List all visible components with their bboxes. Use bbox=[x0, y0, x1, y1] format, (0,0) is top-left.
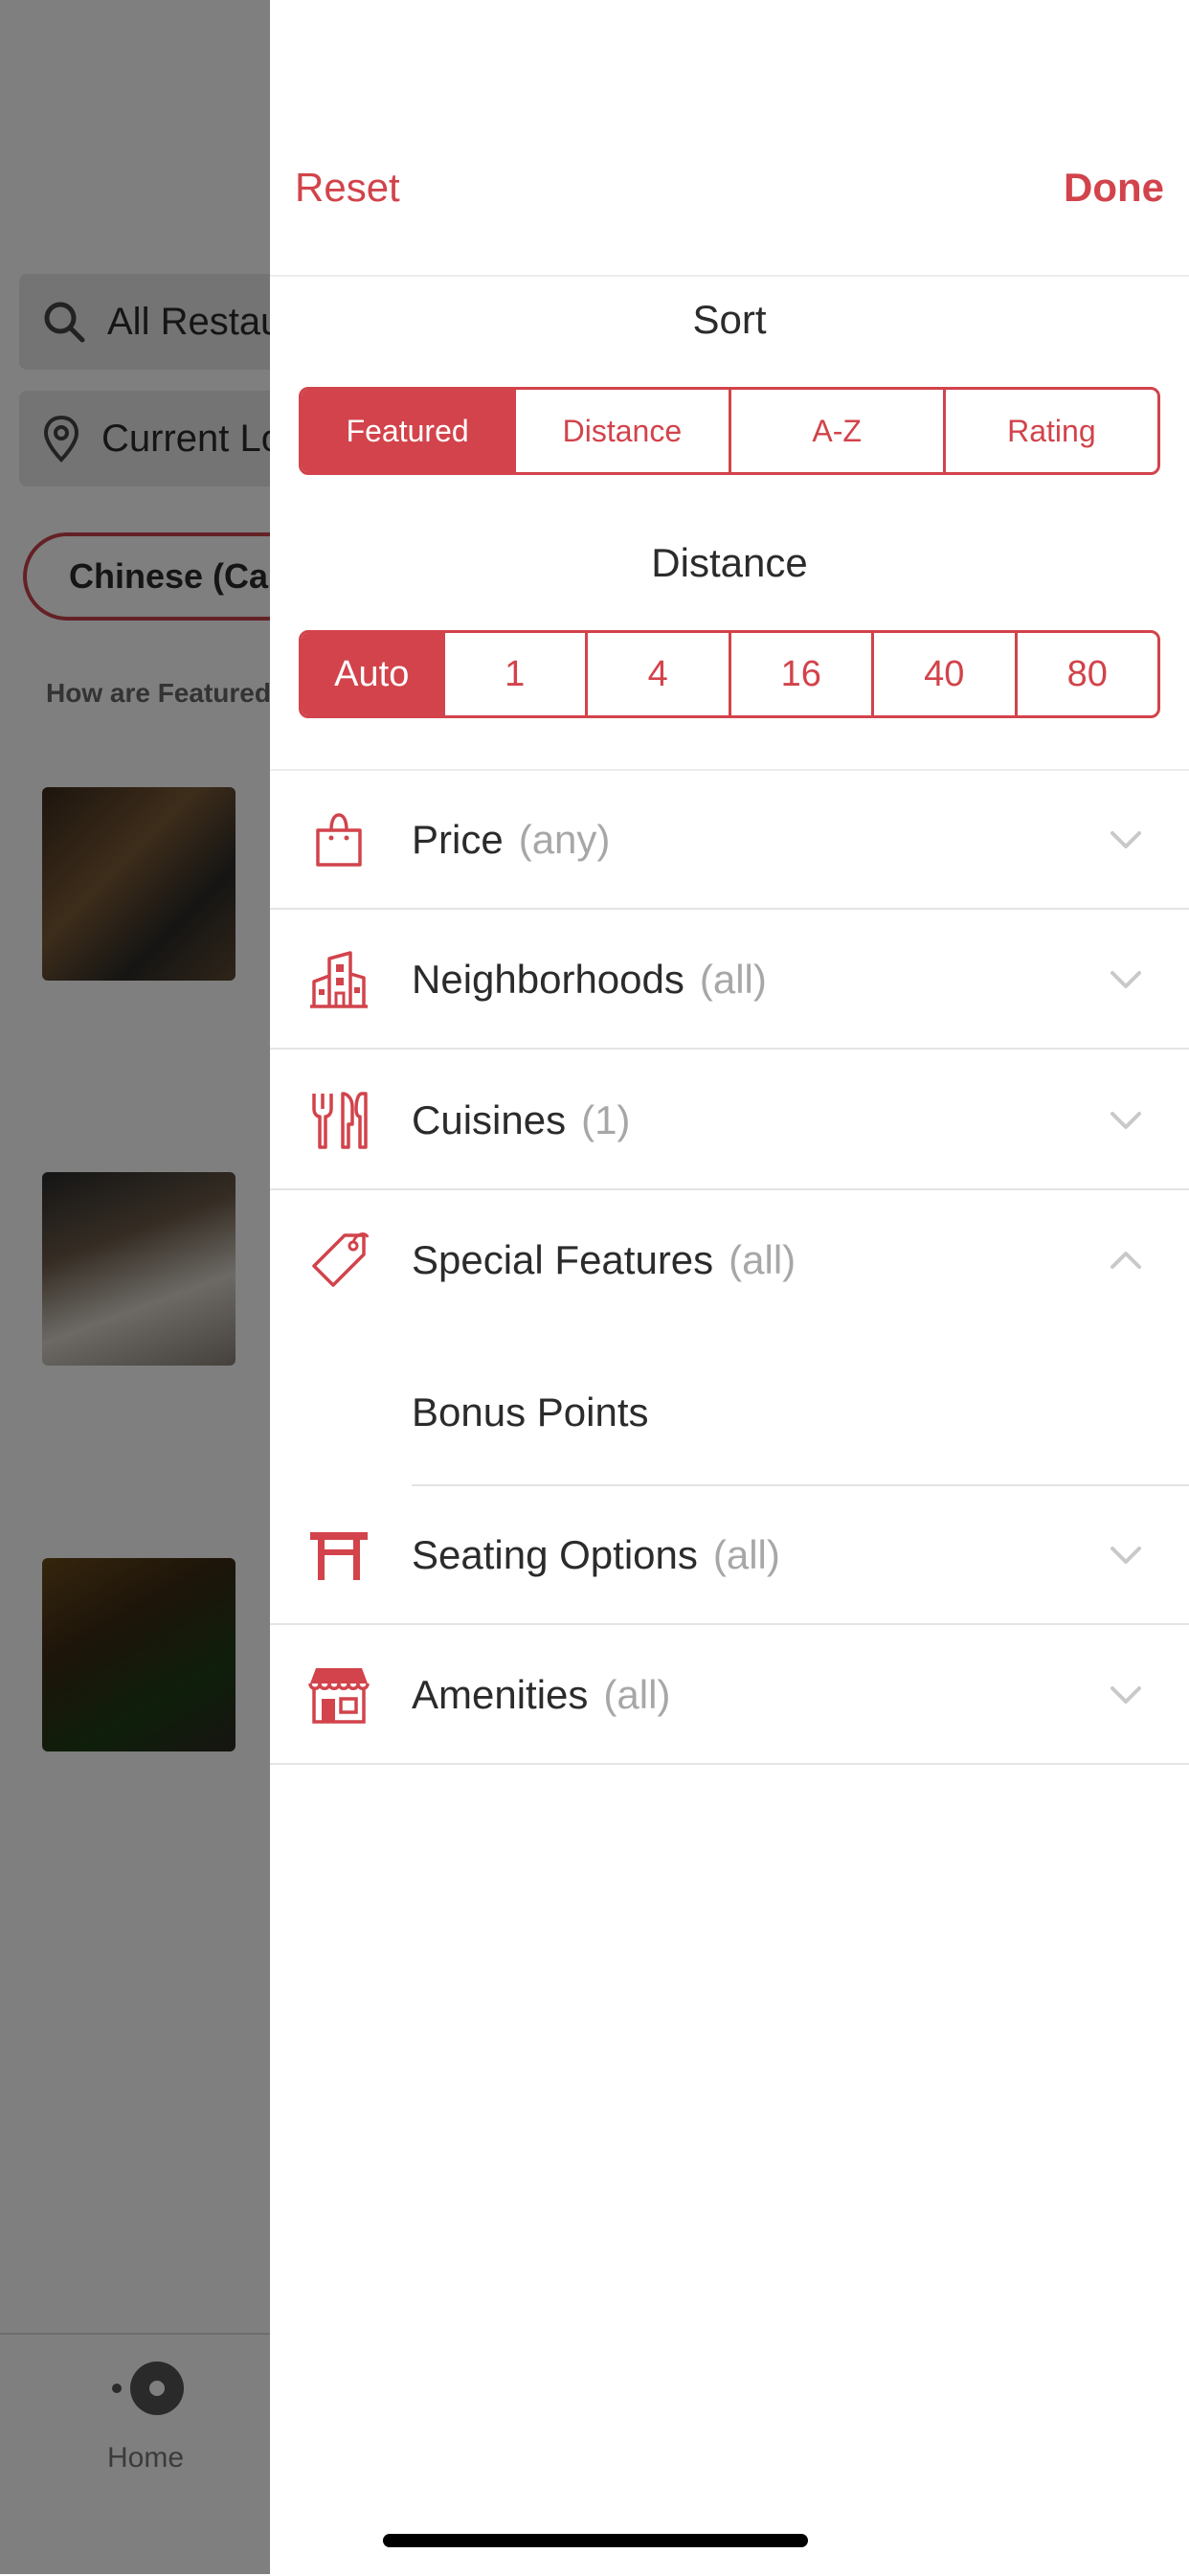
distance-option-4[interactable]: 4 bbox=[585, 633, 729, 715]
done-button[interactable]: Done bbox=[1064, 165, 1164, 211]
tag-icon bbox=[312, 1232, 370, 1287]
filter-label-price: Price bbox=[412, 817, 504, 862]
reset-button[interactable]: Reset bbox=[295, 165, 400, 211]
storefront-icon bbox=[308, 1668, 370, 1724]
filter-label-neighborhoods: Neighborhoods bbox=[412, 957, 684, 1002]
special-feature-option[interactable]: Bonus Points bbox=[412, 1339, 1189, 1485]
filter-hint-special-features: (all) bbox=[729, 1237, 796, 1282]
sort-option-rating[interactable]: Rating bbox=[942, 390, 1157, 472]
sort-option-featured[interactable]: Featured bbox=[302, 390, 514, 472]
distance-option-16[interactable]: 16 bbox=[728, 633, 872, 715]
filter-row-label: Cuisines (1) bbox=[412, 1051, 630, 1190]
table-icon bbox=[310, 1532, 368, 1580]
filter-row-label: Neighborhoods (all) bbox=[412, 910, 767, 1050]
home-indicator[interactable] bbox=[383, 2534, 808, 2547]
buildings-icon bbox=[310, 951, 368, 1008]
sort-option-a-z[interactable]: A-Z bbox=[728, 390, 943, 472]
filter-row-label: Price (any) bbox=[412, 770, 610, 910]
filter-hint-cuisines: (1) bbox=[581, 1097, 631, 1142]
distance-option-auto[interactable]: Auto bbox=[302, 633, 442, 715]
distance-title: Distance bbox=[651, 540, 808, 585]
chevron-up-icon bbox=[1110, 1252, 1141, 1269]
filter-row-label: Amenities (all) bbox=[412, 1625, 670, 1765]
filter-hint-neighborhoods: (all) bbox=[699, 957, 767, 1002]
shopping-bag-icon bbox=[316, 813, 362, 867]
distance-option-40[interactable]: 40 bbox=[871, 633, 1015, 715]
filter-hint-amenities: (all) bbox=[603, 1672, 671, 1717]
chevron-down-icon bbox=[1110, 1686, 1141, 1704]
filter-row-special-features[interactable]: Special Features (all) bbox=[270, 1190, 1189, 1330]
header-divider bbox=[270, 275, 1189, 277]
sort-option-distance[interactable]: Distance bbox=[513, 390, 728, 472]
filter-label-amenities: Amenities bbox=[412, 1672, 589, 1717]
sort-title: Sort bbox=[692, 297, 767, 342]
distance-option-80[interactable]: 80 bbox=[1014, 633, 1158, 715]
filter-row-amenities[interactable]: Amenities (all) bbox=[270, 1625, 1189, 1765]
chevron-down-icon bbox=[1110, 1112, 1141, 1129]
filter-hint-seating-options: (all) bbox=[712, 1532, 780, 1577]
distance-segmented-control: Auto 1 4 16 40 80 bbox=[299, 630, 1160, 718]
distance-option-1[interactable]: 1 bbox=[441, 633, 586, 715]
chevron-down-icon bbox=[1110, 1547, 1141, 1564]
sort-segmented-control: Featured Distance A-Z Rating bbox=[299, 387, 1160, 475]
filter-label-special-features: Special Features bbox=[412, 1237, 714, 1282]
filter-row-neighborhoods[interactable]: Neighborhoods (all) bbox=[270, 910, 1189, 1050]
utensils-icon bbox=[312, 1092, 368, 1149]
filter-row-cuisines[interactable]: Cuisines (1) bbox=[270, 1051, 1189, 1190]
filter-row-price[interactable]: Price (any) bbox=[270, 770, 1189, 910]
filter-row-label: Seating Options (all) bbox=[412, 1485, 780, 1625]
filter-label-cuisines: Cuisines bbox=[412, 1097, 567, 1142]
filter-panel: Reset Done Sort Featured Distance A-Z Ra… bbox=[270, 0, 1189, 2574]
chevron-down-icon bbox=[1110, 831, 1141, 848]
chevron-down-icon bbox=[1110, 971, 1141, 988]
filter-label-seating-options: Seating Options bbox=[412, 1532, 698, 1577]
row-divider bbox=[270, 1763, 1189, 1765]
filter-row-seating-options[interactable]: Seating Options (all) bbox=[270, 1485, 1189, 1625]
filter-row-label: Special Features (all) bbox=[412, 1190, 796, 1330]
filter-hint-price: (any) bbox=[518, 817, 611, 862]
row-divider bbox=[270, 1048, 1189, 1050]
